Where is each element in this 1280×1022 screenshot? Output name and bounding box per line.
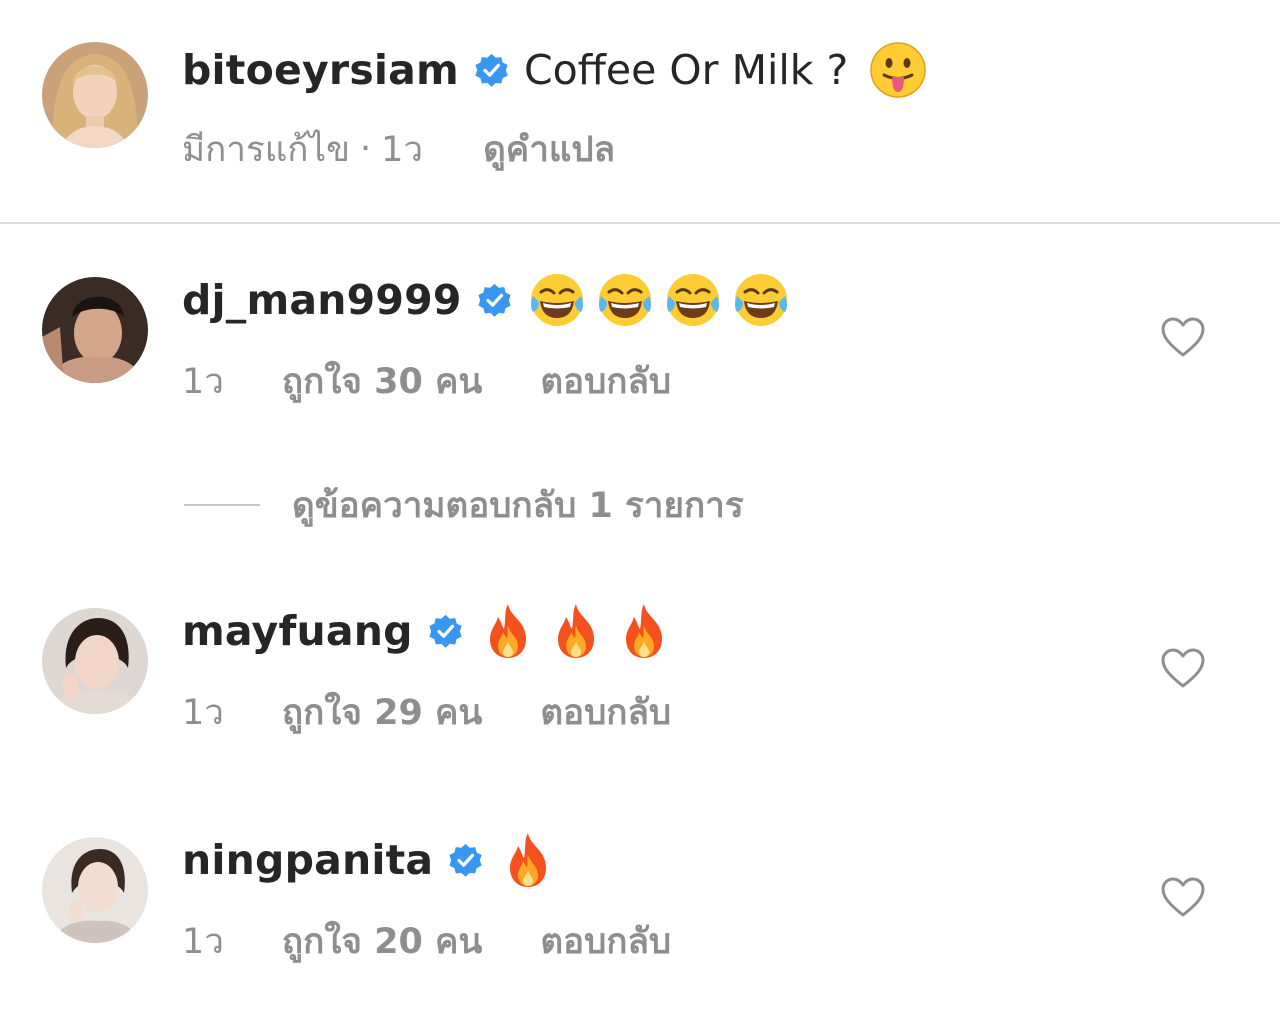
- tears-of-joy-emoji: [595, 270, 655, 330]
- tears-of-joy-emoji: [527, 270, 587, 330]
- fire-emoji: [546, 601, 606, 661]
- caption-separator: ·: [360, 129, 372, 169]
- replies-line: [184, 504, 260, 506]
- comment-likes-count[interactable]: ถูกใจ 30 คน: [282, 354, 482, 409]
- comment-likes-count[interactable]: ถูกใจ 20 คน: [282, 914, 482, 969]
- see-translation-link[interactable]: ดูคำแปล: [483, 122, 615, 177]
- verified-badge-icon: [427, 613, 464, 650]
- tears-of-joy-emoji: [663, 270, 723, 330]
- verified-badge-icon: [476, 282, 513, 319]
- caption-username[interactable]: bitoeyrsiam: [182, 46, 459, 94]
- comment-likes-count[interactable]: ถูกใจ 29 คน: [282, 685, 482, 740]
- reply-button[interactable]: ตอบกลับ: [540, 685, 671, 740]
- tears-of-joy-emoji: [731, 270, 791, 330]
- caption-time: 1ว: [381, 129, 424, 170]
- verified-badge-icon: [473, 52, 510, 89]
- comment-username[interactable]: mayfuang: [182, 607, 413, 655]
- avatar-dj_man9999[interactable]: [42, 277, 148, 383]
- caption-text: Coffee Or Milk ?: [523, 46, 849, 94]
- reply-button[interactable]: ตอบกลับ: [540, 354, 671, 409]
- fire-emoji: [498, 830, 558, 890]
- avatar-ningpanita[interactable]: [42, 837, 148, 943]
- comment-username[interactable]: ningpanita: [182, 836, 433, 884]
- comment-time: 1ว: [182, 921, 224, 962]
- reply-button[interactable]: ตอบกลับ: [540, 914, 671, 969]
- verified-badge-icon: [447, 842, 484, 879]
- view-replies-label[interactable]: ดูข้อความตอบกลับ 1 รายการ: [292, 478, 744, 533]
- caption-divider: [0, 222, 1280, 224]
- comment-time: 1ว: [182, 692, 224, 733]
- comment-time: 1ว: [182, 361, 224, 402]
- fire-emoji: [478, 601, 538, 661]
- comment-username[interactable]: dj_man9999: [182, 276, 462, 324]
- avatar-mayfuang[interactable]: [42, 608, 148, 714]
- view-replies-toggle[interactable]: ดูข้อความตอบกลับ 1 รายการ: [184, 482, 744, 528]
- like-heart-icon[interactable]: [1160, 647, 1206, 689]
- avatar-bitoeyrsiam[interactable]: [42, 42, 148, 148]
- fire-emoji: [614, 601, 674, 661]
- like-heart-icon[interactable]: [1160, 876, 1206, 918]
- caption-edited-label: มีการแก้ไข: [182, 129, 350, 170]
- like-heart-icon[interactable]: [1160, 316, 1206, 358]
- face-with-tongue-emoji: [868, 40, 928, 100]
